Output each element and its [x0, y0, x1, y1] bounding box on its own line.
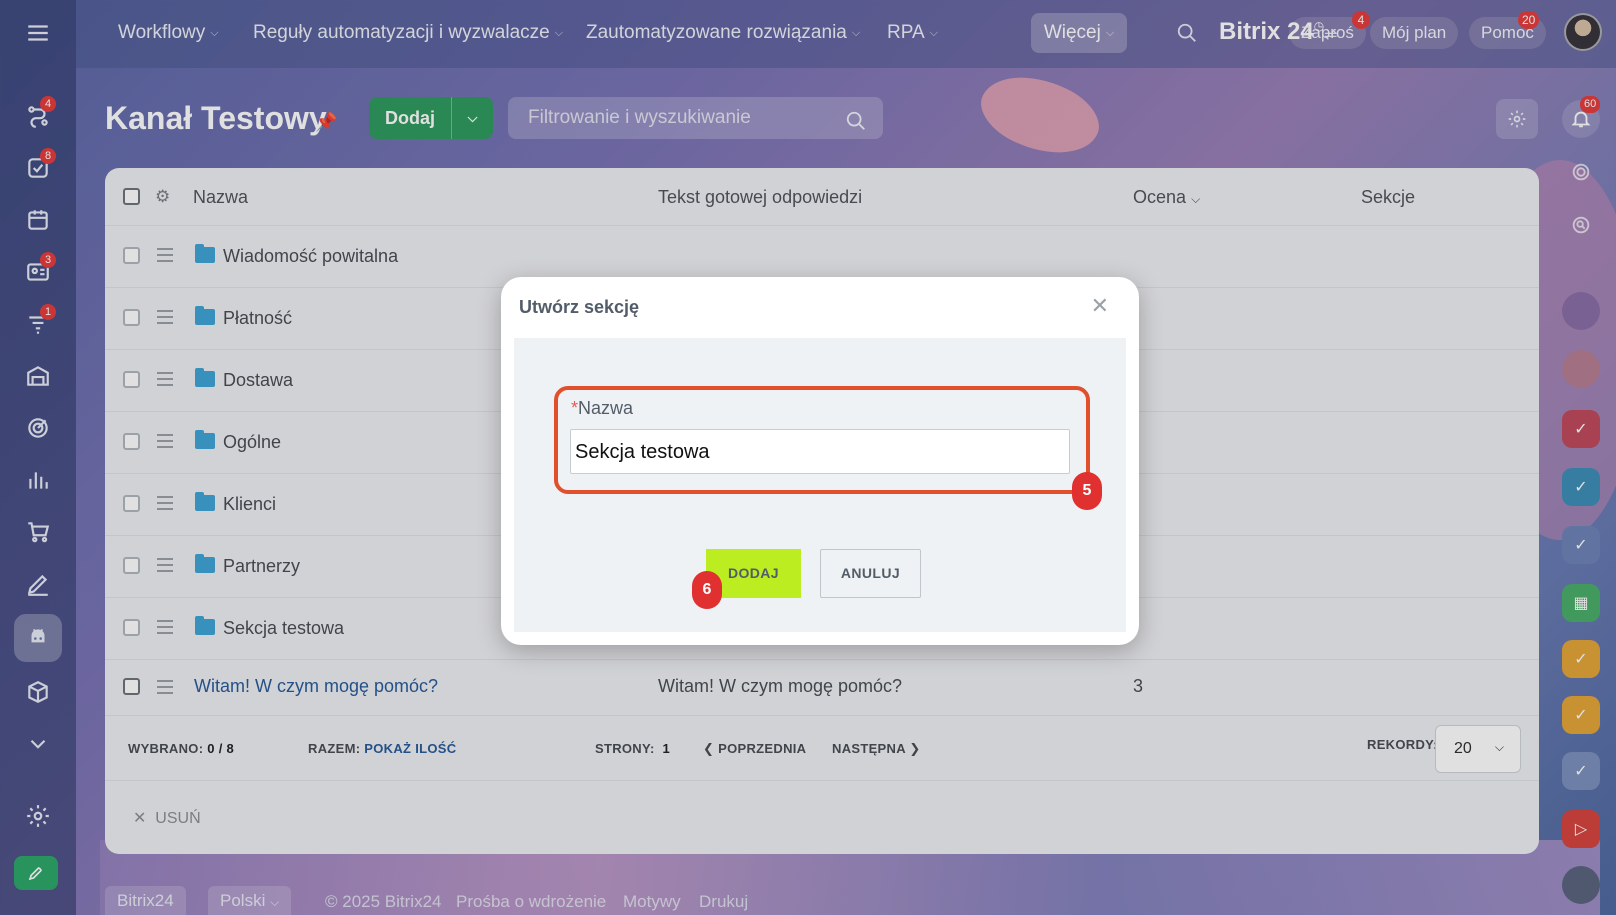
dialog-body: *Nazwa Sekcja testowa 5 DODAJ ANULUJ 6: [514, 338, 1126, 632]
required-asterisk: *: [571, 398, 579, 418]
dialog-cancel-button[interactable]: ANULUJ: [820, 549, 921, 598]
field-label-text: Nazwa: [578, 398, 634, 418]
name-field-label: *Nazwa: [571, 398, 633, 419]
create-section-dialog: Utwórz sekcję ✕ *Nazwa Sekcja testowa 5 …: [501, 277, 1139, 645]
section-name-input[interactable]: Sekcja testowa: [570, 429, 1070, 474]
step-marker-5: 5: [1072, 472, 1102, 510]
step-marker-6: 6: [692, 571, 722, 609]
close-icon[interactable]: ✕: [1091, 293, 1109, 319]
dialog-title: Utwórz sekcję: [519, 297, 640, 317]
